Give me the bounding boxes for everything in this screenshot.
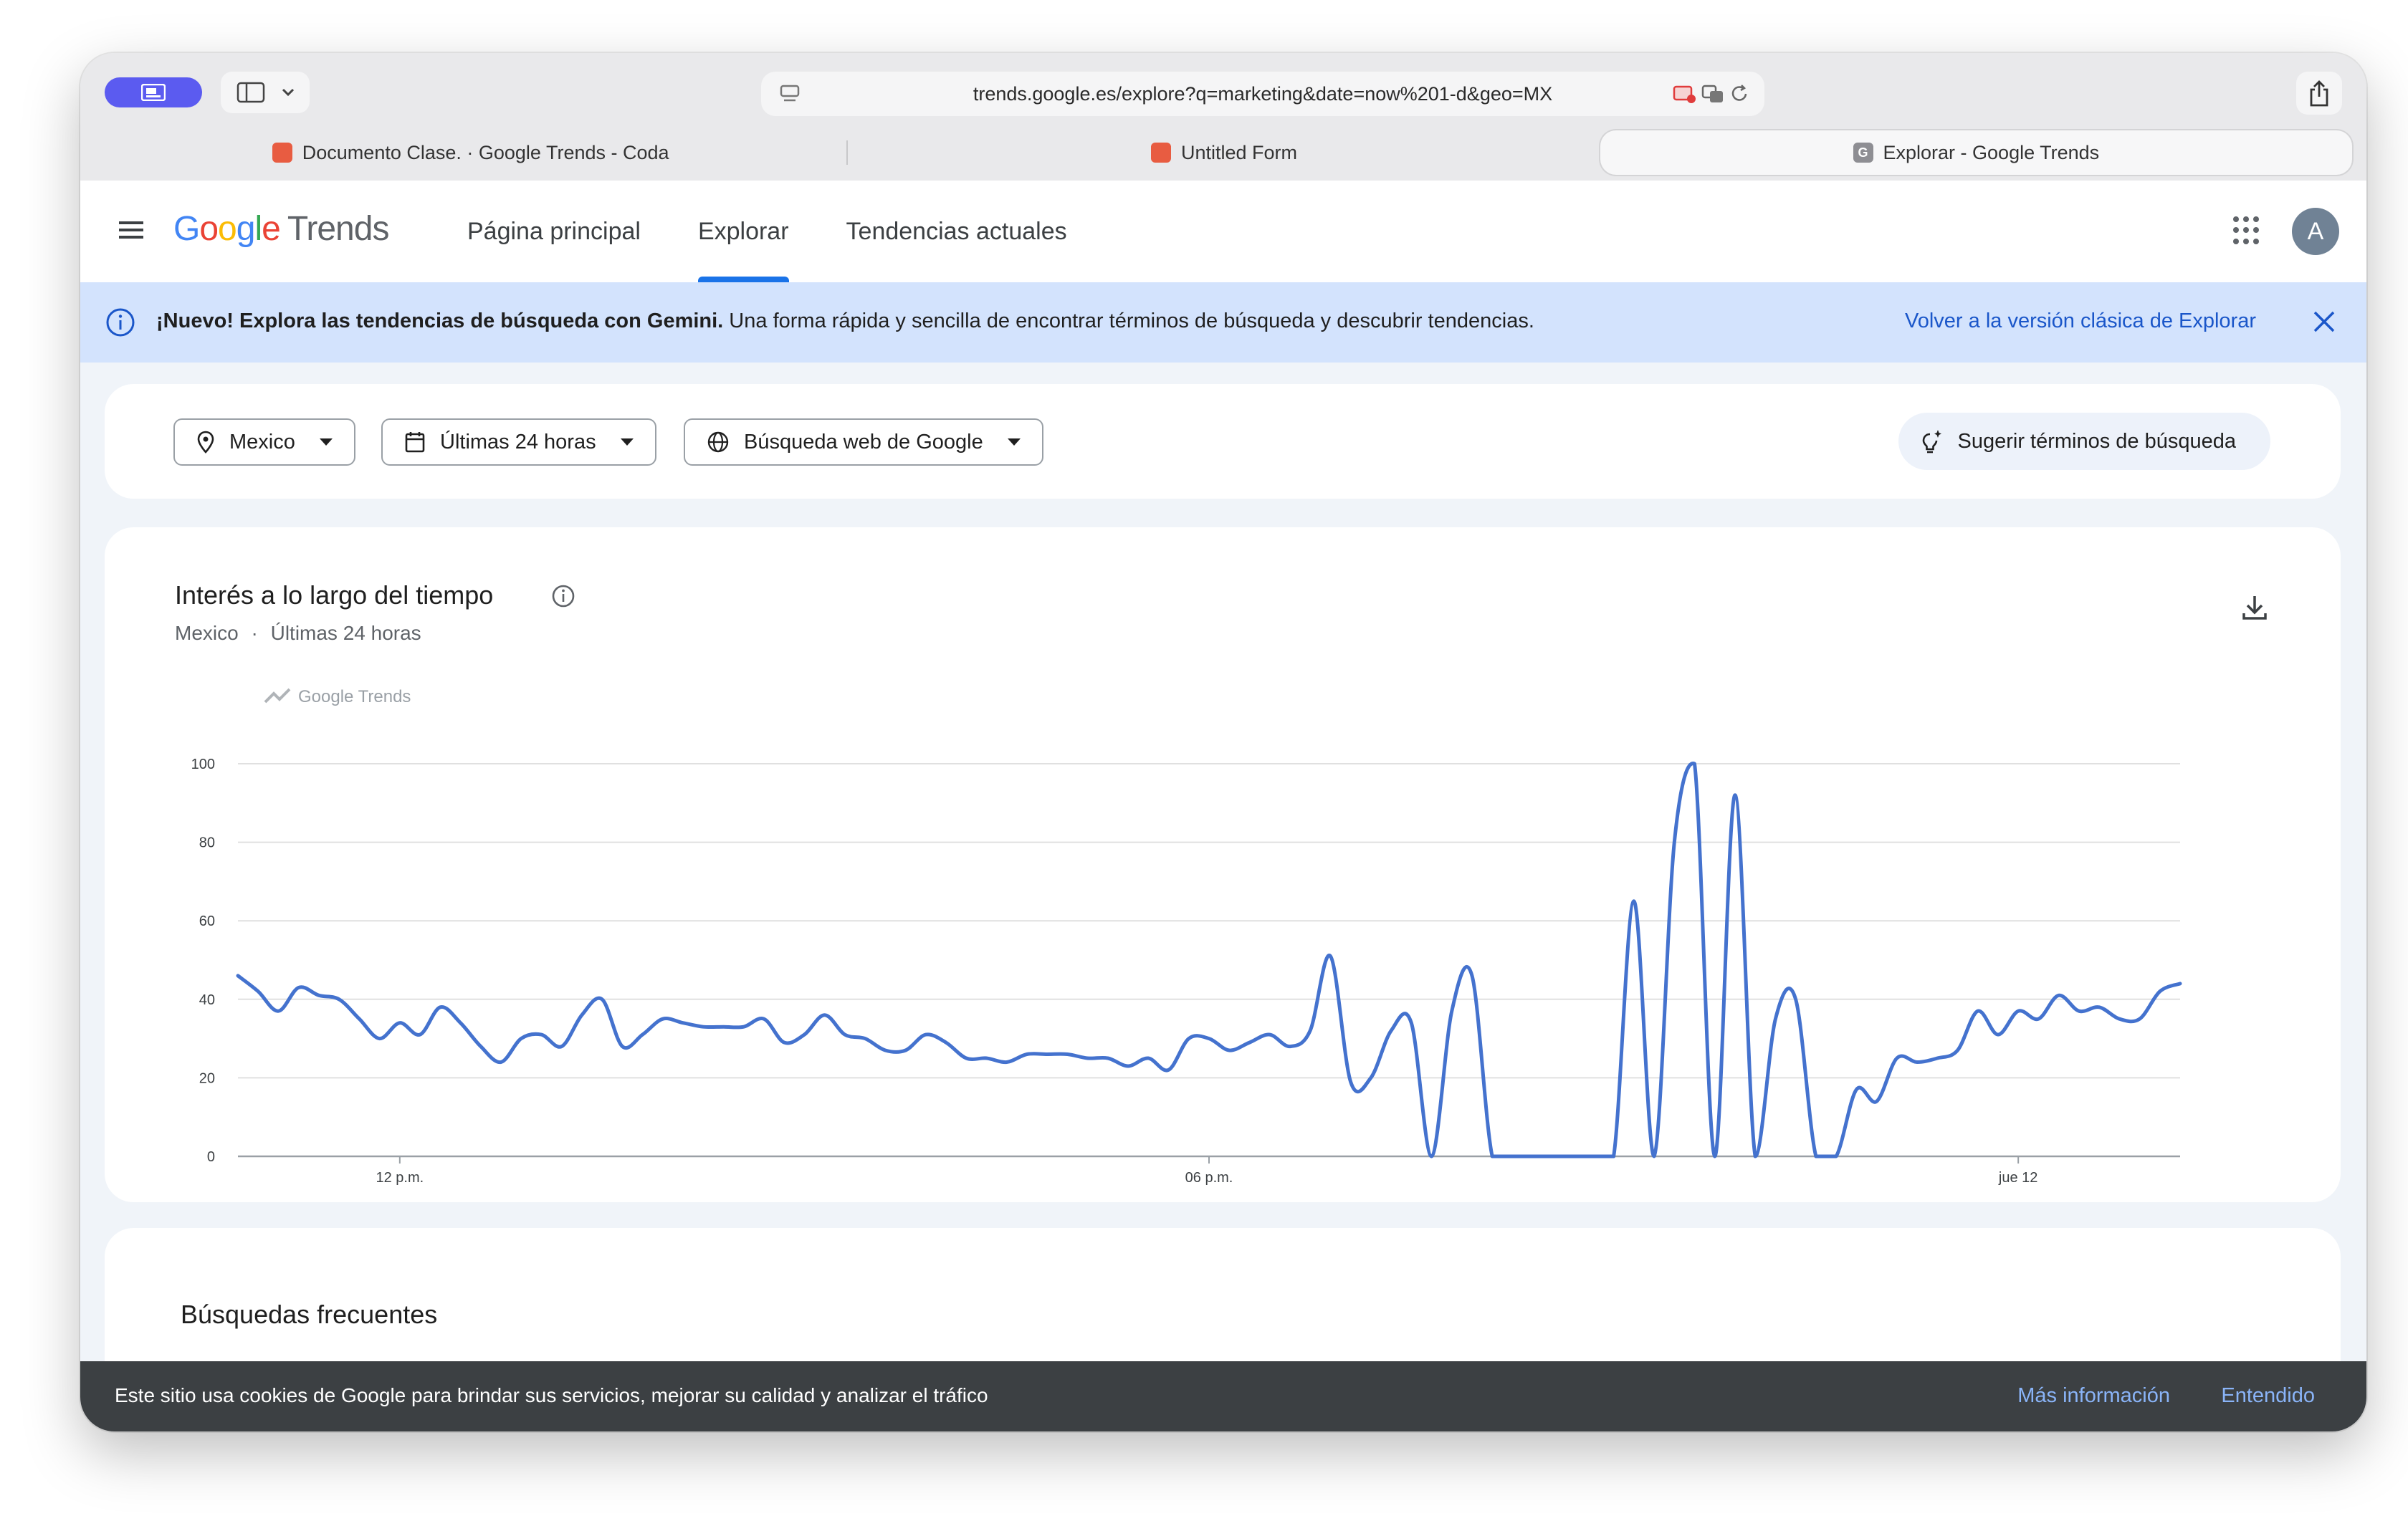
y-tick-label: 0 [207,1149,215,1165]
menu-icon[interactable] [116,215,146,245]
reload-icon[interactable] [1729,83,1752,105]
chevron-down-icon [282,88,295,97]
time-value: Últimas 24 horas [440,430,596,454]
classic-explore-link[interactable]: Volver a la versión clásica de Explorar [1905,310,2256,333]
calendar-icon [405,432,425,453]
profile-icon [141,84,166,101]
suggest-terms-button[interactable]: Sugerir términos de búsqueda [1898,413,2270,470]
close-icon[interactable] [2309,307,2339,337]
watermark-text: Google Trends [298,687,411,706]
line-chart: Google Trends 0 20 40 60 80 100 12 p.m. 06 p.m… [191,686,2182,1186]
url-text: trends.google.es/explore?q=marketing&dat… [973,83,1553,105]
filter-card: Mexico Últimas 24 horas Búsqueda web de … [105,384,2341,499]
sidebar-icon [236,82,265,103]
share-button[interactable] [2296,72,2342,115]
banner-message: ¡Nuevo! Explora las tendencias de búsque… [156,310,1534,333]
accept-cookies-button[interactable]: Entendido [2221,1384,2315,1408]
x-tick-label: jue 12 [1998,1170,2038,1186]
nav-explore[interactable]: Explorar [669,181,818,282]
cookie-text: Este sitio usa cookies de Google para br… [115,1384,988,1406]
tab-label: Explorar - Google Trends [1883,141,2100,163]
share-icon [2310,80,2328,107]
sidebar-toggle-button[interactable] [221,72,310,113]
trends-header: Google Trends Página principal Explorar T… [80,181,2366,282]
globe-icon [707,431,729,453]
x-axis-ticks: 12 p.m.06 p.m.jue 1206 a.m. [376,1156,2038,1186]
tab-label: Documento Clase. · Google Trends - Coda [302,141,669,163]
x-tick-label: 12 p.m. [376,1170,424,1186]
time-filter[interactable]: Últimas 24 horas [381,418,656,466]
cookie-bar: Este sitio usa cookies de Google para br… [80,1361,2366,1431]
coda-favicon-icon [272,143,292,163]
interest-over-time-card: Interés a lo largo del tiempo Mexico · Ú… [105,527,2341,1202]
nav-trending-now[interactable]: Tendencias actuales [818,181,1096,282]
gemini-banner: ¡Nuevo! Explora las tendencias de búsque… [80,282,2366,363]
browser-chrome: trends.google.es/explore?q=marketing&dat… [80,53,2366,181]
banner-text: Una forma rápida y sencilla de encontrar… [723,310,1534,332]
nav-home[interactable]: Página principal [439,181,669,282]
tab-untitled-form[interactable]: Untitled Form [848,130,1600,175]
x-tick-label: 06 p.m. [1185,1170,1233,1186]
lightbulb-sparkle-icon [1923,430,1942,454]
avatar[interactable]: A [2292,208,2339,255]
frequent-searches-title: Búsquedas frecuentes [181,1300,438,1329]
y-tick-label: 40 [199,992,215,1008]
tab-coda-document[interactable]: Documento Clase. · Google Trends - Coda [95,130,846,175]
caret-down-icon [1007,438,1021,446]
main-nav: Página principal Explorar Tendencias act… [439,181,1096,282]
y-tick-label: 100 [191,757,215,772]
google-trends-logo[interactable]: Google Trends [173,209,389,249]
translate-icon[interactable] [1701,83,1724,105]
google-apps-icon[interactable] [2233,216,2262,245]
source-value: Búsqueda web de Google [744,430,983,454]
browser-toolbar: trends.google.es/explore?q=marketing&dat… [80,53,2366,128]
caret-down-icon [620,438,634,446]
source-filter[interactable]: Búsqueda web de Google [684,418,1043,466]
extension-icon[interactable] [1673,83,1696,105]
google-trends-watermark: Google Trends [261,686,416,707]
tab-google-trends[interactable]: G Explorar - Google Trends [1600,130,2352,175]
y-tick-label: 80 [199,835,215,851]
tab-strip: Documento Clase. · Google Trends - Coda … [95,130,2352,175]
location-pin-icon [197,431,214,454]
google-favicon-icon: G [1853,143,1873,163]
address-bar[interactable]: trends.google.es/explore?q=marketing&dat… [761,72,1764,116]
tab-label: Untitled Form [1180,141,1298,163]
y-axis-ticks: 0 20 40 60 80 100 [191,757,215,1165]
coda-favicon-icon [1150,143,1171,163]
banner-bold-text: ¡Nuevo! Explora las tendencias de búsque… [156,310,724,332]
y-tick-label: 20 [199,1070,215,1086]
chart-grid [238,763,2180,1158]
suggest-label: Sugerir términos de búsqueda [1957,429,2236,453]
browser-window: trends.google.es/explore?q=marketing&dat… [80,53,2366,1431]
more-info-link[interactable]: Más información [2017,1384,2170,1408]
series-line-marketing[interactable] [236,762,2182,1158]
profile-button[interactable] [105,77,202,107]
info-icon [106,308,135,337]
y-tick-label: 60 [199,913,215,929]
location-filter[interactable]: Mexico [173,418,355,466]
location-value: Mexico [229,430,295,454]
caret-down-icon [319,438,333,446]
